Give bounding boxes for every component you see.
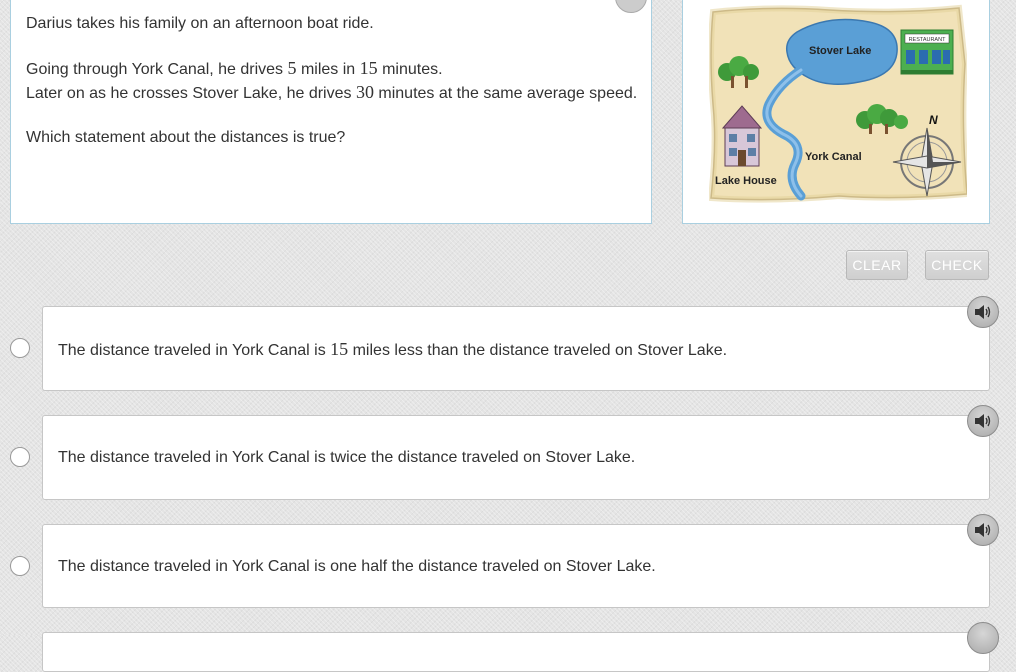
question-audio-icon[interactable] bbox=[615, 0, 647, 13]
question-text-segment: minutes at the same average speed. bbox=[373, 85, 638, 102]
question-panel: Darius takes his family on an afternoon … bbox=[10, 0, 652, 224]
check-button[interactable]: CHECK bbox=[925, 250, 989, 280]
answer-text-segment: The distance traveled in York Canal is bbox=[58, 342, 331, 359]
answer-option-box[interactable]: The distance traveled in York Canal is t… bbox=[42, 415, 990, 500]
radio-button-option-3[interactable] bbox=[10, 556, 30, 576]
question-text-segment: minutes. bbox=[377, 61, 443, 78]
clear-button[interactable]: CLEAR bbox=[846, 250, 908, 280]
boat-ride-map: Stover Lake RESTAURANT York Canal Lake H… bbox=[709, 4, 967, 203]
answer-option-box[interactable] bbox=[42, 632, 990, 672]
question-text: Darius takes his family on an afternoon … bbox=[26, 13, 637, 149]
answer-option-text: The distance traveled in York Canal is t… bbox=[58, 449, 636, 466]
compass-north-label: N bbox=[929, 113, 938, 127]
math-number: 30 bbox=[355, 82, 374, 102]
speaker-icon[interactable] bbox=[967, 514, 999, 546]
question-line-3: Later on as he crosses Stover Lake, he d… bbox=[26, 81, 637, 105]
question-text-segment: Going through York Canal, he drives bbox=[26, 61, 288, 78]
map-image-panel: Stover Lake RESTAURANT York Canal Lake H… bbox=[682, 0, 990, 224]
math-number: 5 bbox=[287, 58, 297, 78]
math-number: 15 bbox=[330, 339, 349, 359]
speaker-icon[interactable] bbox=[967, 296, 999, 328]
speaker-icon[interactable] bbox=[967, 405, 999, 437]
radio-button-option-2[interactable] bbox=[10, 447, 30, 467]
map-label-restaurant: RESTAURANT bbox=[909, 37, 947, 43]
question-prompt: Which statement about the distances is t… bbox=[26, 129, 346, 146]
answer-option-text: The distance traveled in York Canal is 1… bbox=[58, 338, 727, 362]
map-label-lake-house: Lake House bbox=[715, 175, 777, 187]
question-line-1: Darius takes his family on an afternoon … bbox=[26, 15, 374, 32]
question-line-2: Going through York Canal, he drives 5 mi… bbox=[26, 57, 637, 81]
answer-text-segment: miles less than the distance traveled on… bbox=[348, 342, 728, 359]
restaurant-icon: RESTAURANT bbox=[900, 29, 954, 75]
speaker-icon[interactable] bbox=[967, 622, 999, 654]
map-label-york-canal: York Canal bbox=[805, 151, 862, 163]
answer-option-box[interactable]: The distance traveled in York Canal is o… bbox=[42, 524, 990, 608]
question-text-segment: Later on as he crosses Stover Lake, he d… bbox=[26, 85, 356, 102]
radio-button-option-1[interactable] bbox=[10, 338, 30, 358]
math-number: 15 bbox=[359, 58, 378, 78]
answer-option-text: The distance traveled in York Canal is o… bbox=[58, 558, 656, 575]
answer-option-box[interactable]: The distance traveled in York Canal is 1… bbox=[42, 306, 990, 391]
question-text-segment: miles in bbox=[296, 61, 360, 78]
map-label-stover-lake: Stover Lake bbox=[809, 45, 871, 57]
